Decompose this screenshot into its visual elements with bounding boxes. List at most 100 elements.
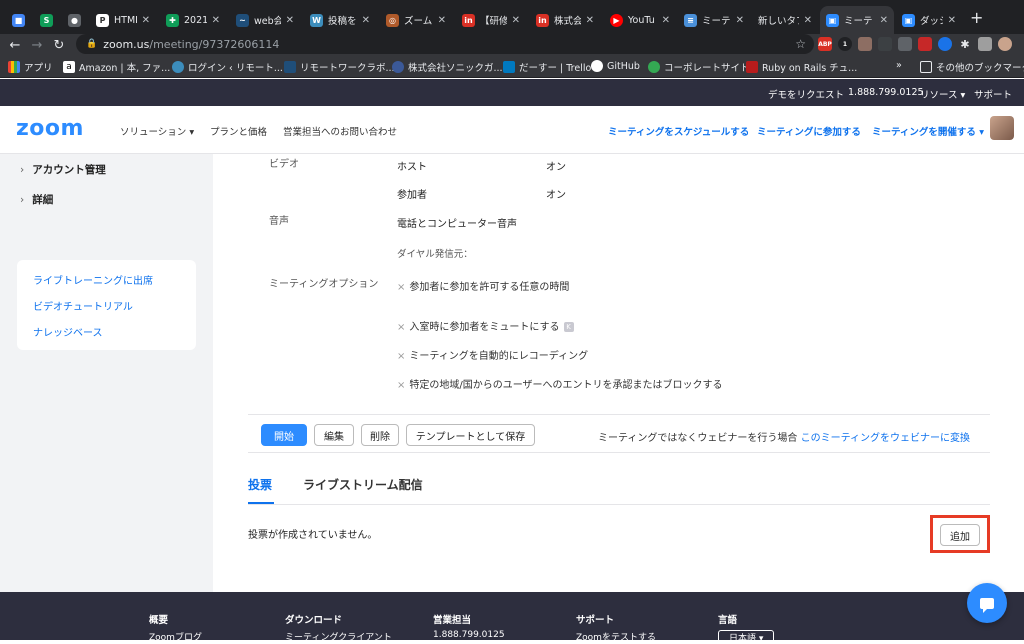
add-poll-button[interactable]: 追加 (940, 524, 980, 546)
browser-tab[interactable]: ◎ ズーム ✕ (380, 6, 452, 34)
footer-link[interactable]: Zoomをテストする (576, 630, 656, 643)
corporate-site-icon (648, 61, 660, 73)
browser-tab[interactable]: 新しいタブ ✕ (752, 6, 818, 34)
close-icon[interactable]: ✕ (362, 15, 370, 26)
adblock-icon[interactable]: ABP (818, 37, 832, 51)
tab-favicon-icon: ✚ (166, 13, 179, 27)
extension-icon[interactable]: 1 (838, 37, 852, 51)
browser-tab[interactable]: in 【研修 ✕ (456, 6, 526, 34)
close-icon[interactable]: ✕ (512, 15, 520, 26)
plans-pricing-link[interactable]: プランと価格 (210, 124, 267, 138)
bookmark-item[interactable]: 株式会社ソニックガ... (392, 60, 503, 74)
knowledge-base-link[interactable]: ナレッジベース (33, 324, 103, 339)
browser-tab[interactable]: ≡ ミーテ ✕ (678, 6, 750, 34)
amazon-icon: a (63, 61, 75, 73)
browser-tab[interactable]: ● (62, 6, 88, 34)
bookmark-item[interactable]: a Amazon | 本, ファ... (63, 60, 170, 74)
bookmarks-overflow-icon[interactable]: » (896, 60, 902, 71)
close-icon[interactable]: ✕ (804, 15, 812, 26)
sidebar-item-account-management[interactable]: › アカウント管理 (20, 162, 106, 177)
solutions-menu[interactable]: ソリューション ▾ (120, 124, 194, 138)
extension-icon[interactable] (858, 37, 872, 51)
extension-icon[interactable] (878, 37, 892, 51)
divider (248, 414, 990, 415)
browser-tab[interactable]: ~ web会 ✕ (230, 6, 300, 34)
support-link[interactable]: サポート (974, 87, 1012, 101)
tab-label: 【研修 (480, 16, 507, 27)
browser-tab[interactable]: ✚ 2021 ✕ (160, 6, 226, 34)
browser-tab[interactable]: ■ (6, 6, 32, 34)
sidebar-item-details[interactable]: › 詳細 (20, 192, 53, 207)
bookmark-item[interactable]: GitHub (591, 60, 640, 72)
close-icon[interactable]: ✕ (286, 15, 294, 26)
join-meeting-link[interactable]: ミーティングに参加する (757, 124, 861, 138)
profile-avatar-icon[interactable] (998, 37, 1012, 51)
more-menu-icon[interactable]: ⋮ (1018, 37, 1024, 51)
extension-icon[interactable] (938, 37, 952, 51)
close-icon[interactable]: ✕ (212, 15, 220, 26)
puzzle-icon[interactable]: ✱ (958, 37, 972, 51)
browser-tab[interactable]: ▣ ダッシ ✕ (896, 6, 962, 34)
delete-button[interactable]: 削除 (361, 424, 399, 446)
tab-label: 投稿を (328, 16, 357, 27)
contact-sales-link[interactable]: 営業担当へのお問い合わせ (283, 124, 397, 138)
close-icon[interactable]: ✕ (662, 15, 670, 26)
schedule-meeting-link[interactable]: ミーティングをスケジュールする (608, 124, 749, 138)
footer-link[interactable]: Zoomブログ (149, 630, 202, 643)
audio-label: 音声 (269, 216, 289, 227)
video-tutorials-link[interactable]: ビデオチュートリアル (33, 298, 133, 313)
close-icon[interactable]: ✕ (142, 15, 150, 26)
sales-phone-link[interactable]: 1.888.799.0125 (848, 87, 924, 98)
bookmark-item[interactable]: ログイン ‹ リモート... (172, 60, 283, 74)
forward-icon[interactable]: → (26, 38, 48, 53)
new-tab-icon[interactable]: + (970, 8, 983, 27)
bookmark-item[interactable]: だーすー | Trello (503, 60, 591, 74)
browser-tab-active[interactable]: ▣ ミーテ ✕ (820, 6, 894, 34)
browser-tab[interactable]: in 株式会 ✕ (530, 6, 600, 34)
start-button[interactable]: 開始 (261, 424, 307, 446)
chat-bubble-button[interactable] (967, 583, 1007, 623)
info-badge-icon[interactable]: K (563, 322, 574, 332)
live-training-link[interactable]: ライブトレーニングに出席 (33, 272, 153, 287)
extension-icon[interactable] (918, 37, 932, 51)
close-icon[interactable]: ✕ (736, 15, 744, 26)
browser-tab[interactable]: P HTML ✕ (90, 6, 156, 34)
edit-button[interactable]: 編集 (314, 424, 354, 446)
request-demo-link[interactable]: デモをリクエスト (768, 87, 844, 101)
back-icon[interactable]: ← (4, 38, 26, 53)
no-polls-message: 投票が作成されていません。 (248, 530, 378, 541)
menu-list-icon[interactable] (978, 37, 992, 51)
tab-live-streaming[interactable]: ライブストリーム配信 (303, 476, 423, 493)
bookmark-apps[interactable]: アプリ (8, 60, 53, 74)
zoom-logo[interactable]: zoom (16, 116, 84, 141)
host-meeting-menu[interactable]: ミーティングを開催する ▾ (872, 124, 984, 138)
convert-to-webinar-link[interactable]: このミーティングをウェビナーに変換 (801, 433, 970, 444)
facebook-icon (392, 61, 404, 73)
user-avatar[interactable] (990, 116, 1014, 140)
close-icon[interactable]: ✕ (880, 15, 888, 26)
language-select[interactable]: 日本語 ▾ (718, 630, 774, 644)
footer-link[interactable]: 1.888.799.0125 (433, 630, 505, 640)
zoom-favicon-icon: ▣ (826, 13, 839, 27)
footer-link[interactable]: ミーティングクライアント (285, 630, 392, 643)
reload-icon[interactable]: ↻ (48, 38, 70, 53)
bookmark-item[interactable]: リモートワークラボ... (284, 60, 395, 74)
browser-tab[interactable]: W 投稿を ✕ (304, 6, 376, 34)
close-icon[interactable]: ✕ (438, 15, 446, 26)
chat-icon (980, 597, 994, 613)
bookmark-folder-other[interactable]: その他のブックマーク (920, 60, 1024, 74)
bookmark-star-icon[interactable]: ☆ (795, 37, 806, 51)
browser-tab[interactable]: ▶ YouTu ✕ (604, 6, 676, 34)
bookmark-item[interactable]: コーポレートサイト (648, 60, 750, 74)
camera-icon[interactable] (898, 37, 912, 51)
bookmark-item[interactable]: Ruby on Rails チュ... (746, 60, 857, 74)
tab-poll[interactable]: 投票 (248, 476, 272, 493)
close-icon[interactable]: ✕ (586, 15, 594, 26)
dial-in-label: ダイヤル発信元： (397, 249, 473, 260)
save-as-template-button[interactable]: テンプレートとして保存 (406, 424, 535, 446)
participant-video-value: オン (546, 190, 566, 201)
resources-menu[interactable]: リソース ▾ (920, 87, 965, 101)
browser-tab[interactable]: S (34, 6, 60, 34)
address-bar[interactable]: 🔒 zoom.us/meeting/97372606114 ☆ (76, 34, 814, 54)
close-icon[interactable]: ✕ (948, 15, 956, 26)
